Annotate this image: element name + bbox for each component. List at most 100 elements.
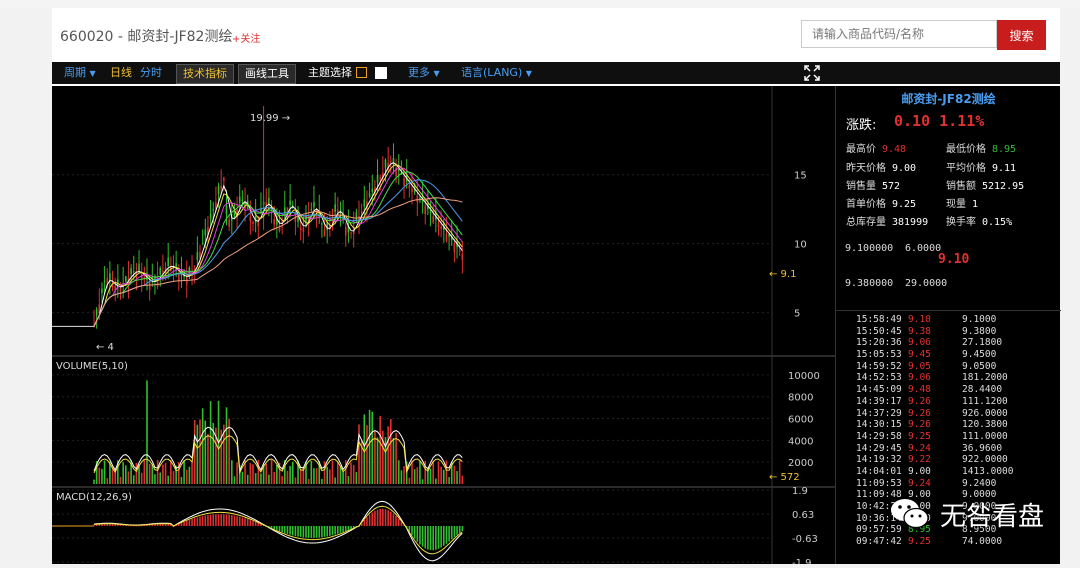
candle-body: [241, 199, 244, 201]
tick-time: 14:45:09: [856, 384, 902, 396]
theme-light-swatch[interactable]: [375, 67, 387, 79]
min-price-annotation: ← 4: [96, 342, 114, 353]
volume-bar: [358, 424, 360, 484]
draw-tool-button[interactable]: 画线工具: [238, 64, 296, 84]
candle-body: [201, 243, 204, 245]
macd-histogram-bar: [456, 526, 458, 535]
volume-bar: [413, 469, 416, 484]
candle-body: [461, 254, 464, 260]
trade-tick-row: 15:20:36 9.06 27.1800: [836, 337, 1061, 349]
macd-histogram-bar: [395, 515, 397, 526]
volume-bar: [127, 471, 130, 484]
search-button[interactable]: 搜索: [997, 20, 1046, 50]
volume-bar: [265, 463, 268, 484]
macd-histogram-bar: [228, 514, 230, 526]
theme-label: 主题选择: [308, 66, 352, 79]
volume-bar: [132, 475, 135, 484]
volume-bar: [268, 474, 270, 484]
expand-icon[interactable]: [804, 65, 820, 81]
candle-body: [95, 309, 98, 316]
theme-dark-swatch[interactable]: [356, 67, 367, 78]
volume-bar: [387, 426, 389, 484]
minute-tab[interactable]: 分时: [140, 62, 162, 84]
tick-price: 9.26: [908, 395, 931, 407]
tick-time: 11:09:53: [856, 477, 902, 489]
search-input[interactable]: [801, 20, 997, 48]
macd-histogram-bar: [453, 526, 456, 537]
tick-qty: 120.3800: [962, 419, 1008, 431]
macd-histogram-bar: [392, 513, 395, 526]
language-menu[interactable]: 语言(LANG) ▼: [461, 62, 532, 84]
macd-histogram-bar: [284, 526, 286, 534]
period-menu[interactable]: 周期 ▼: [64, 62, 96, 84]
candle-body: [411, 188, 413, 193]
macd-histogram-bar: [286, 526, 289, 534]
volume-bar: [397, 460, 400, 484]
macd-histogram-bar: [164, 524, 167, 526]
tick-price: 9.22: [908, 454, 931, 466]
macd-histogram-bar: [106, 524, 109, 526]
daily-tab[interactable]: 日线: [110, 62, 132, 84]
tick-time: 14:30:15: [856, 419, 902, 431]
macd-histogram-bar: [223, 514, 225, 526]
candle-body: [403, 178, 405, 186]
macd-histogram-bar: [109, 524, 111, 526]
candle-body: [138, 263, 140, 272]
more-menu[interactable]: 更多 ▼: [408, 62, 440, 84]
candle-body: [148, 281, 151, 290]
tick-qty: 181.2000: [962, 372, 1008, 384]
macd-histogram-bar: [347, 526, 350, 531]
trade-tick-row: 15:58:49 9.10 9.1000: [836, 314, 1061, 326]
volume-bar: [286, 470, 289, 484]
volume-bar: [93, 479, 95, 484]
kline-chart-area[interactable]: 15 10 5 10000 8000 6000 4000 2000 1.9 0.63 -0.63 -1…: [52, 86, 835, 568]
candle-body: [350, 232, 352, 234]
macd-histogram-bar: [196, 517, 199, 526]
tick-price: 9.10: [908, 314, 931, 325]
macd-histogram-bar: [252, 520, 254, 526]
macd-histogram-bar: [390, 511, 392, 526]
watermark: 无咎看盘: [888, 492, 1044, 536]
tick-price: 9.06: [908, 337, 931, 349]
volume-bar: [236, 462, 238, 484]
tick-time: 14:04:01: [856, 465, 902, 477]
macd-histogram-bar: [344, 526, 347, 532]
volume-bar: [448, 477, 450, 484]
volume-bar: [185, 469, 188, 484]
macd-histogram-bar: [334, 526, 336, 535]
macd-histogram-bar: [212, 514, 215, 526]
macd-histogram-bar: [291, 526, 294, 536]
macd-histogram-bar: [103, 524, 106, 526]
macd-histogram-bar: [419, 526, 421, 545]
kline-chart-svg: 15 10 5 10000 8000 6000 4000 2000 1.9 0.63 -0.63 -1…: [52, 86, 835, 568]
quote-title: 邮资封-JF82测绘: [901, 92, 996, 106]
follow-link[interactable]: +关注: [232, 30, 260, 45]
macd-histogram-bar: [450, 526, 453, 540]
macd-histogram-bar: [448, 526, 450, 542]
volume-bar: [337, 461, 339, 484]
volume-bar: [347, 475, 350, 484]
volume-bar: [159, 472, 162, 484]
volume-bar: [403, 466, 405, 484]
candle-body: [188, 267, 191, 275]
macd-histogram-bar: [424, 526, 427, 549]
macd-histogram-bar: [209, 514, 212, 526]
candle-body: [196, 252, 199, 261]
top-strip: [0, 0, 1080, 8]
volume-bar: [170, 460, 172, 484]
tech-indicator-button[interactable]: 技术指标: [176, 64, 234, 84]
volume-bar: [270, 460, 273, 484]
macd-histogram-bar: [458, 526, 461, 533]
macd-histogram-bar: [233, 515, 236, 526]
current-volume: 现量 1: [946, 199, 979, 210]
macd-histogram-bar: [445, 526, 448, 544]
macd-histogram-bar: [342, 526, 344, 532]
tick-price: 9.26: [908, 419, 931, 431]
volume-bar: [260, 473, 262, 484]
volume-bar: [252, 464, 254, 484]
avg-price: 平均价格 9.11: [946, 163, 1017, 174]
candle-body: [363, 199, 366, 207]
volume-bar: [411, 460, 413, 484]
macd-histogram-bar: [220, 514, 222, 526]
volume-bar: [106, 478, 109, 484]
